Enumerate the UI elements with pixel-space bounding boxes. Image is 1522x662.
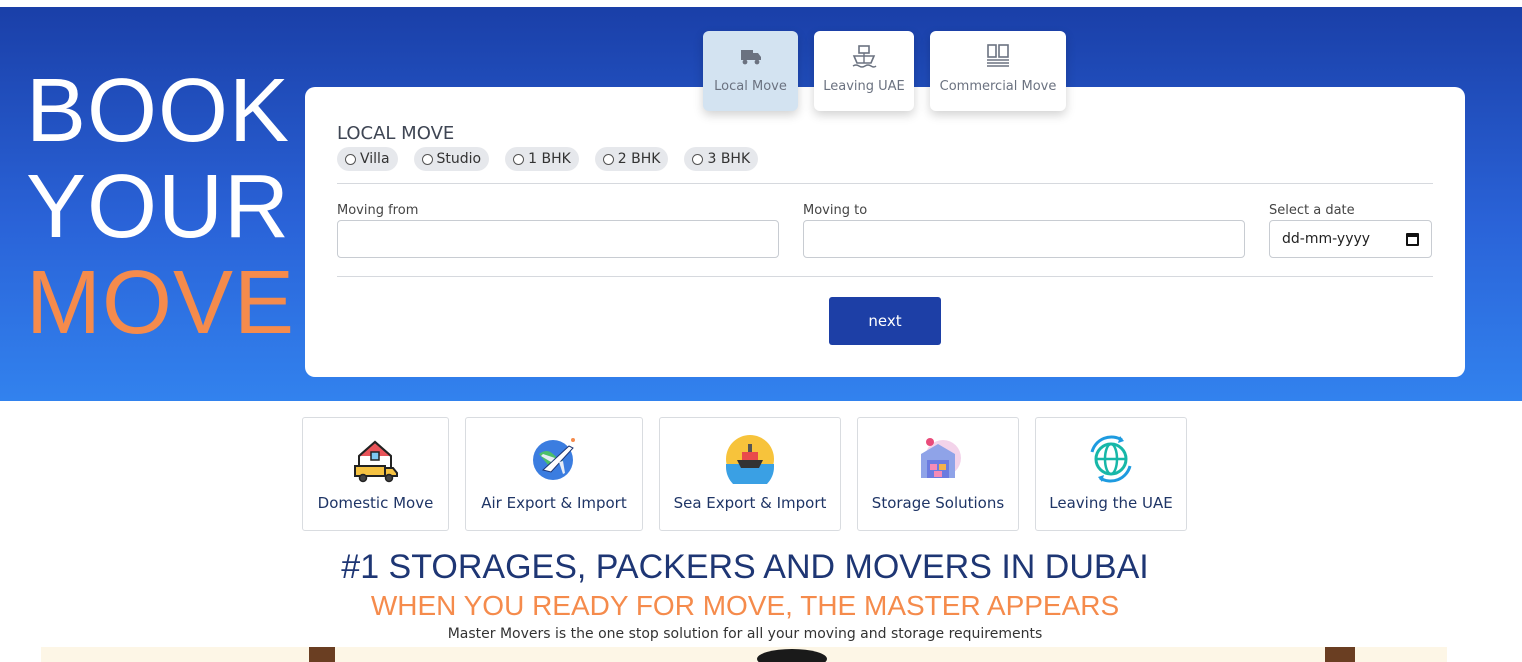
moving-from-input[interactable] — [337, 220, 779, 258]
hero-banner: BOOK YOUR MOVE LOCAL MOVE Villa Studio 1… — [0, 7, 1522, 401]
service-domestic-move[interactable]: Domestic Move — [302, 417, 449, 531]
radio-circle-icon — [602, 153, 614, 165]
radio-circle-icon — [345, 153, 356, 165]
hero-title-line-2: YOUR — [26, 157, 291, 257]
tab-leaving-uae[interactable]: Leaving UAE — [814, 31, 914, 111]
service-sea-export-import[interactable]: Sea Export & Import — [659, 417, 841, 531]
divider — [337, 276, 1433, 277]
tab-local-move[interactable]: Local Move — [703, 31, 798, 111]
moving-to-label: Moving to — [803, 203, 868, 218]
hero-title-line-1: BOOK — [26, 61, 291, 161]
moving-to-input[interactable] — [803, 220, 1245, 258]
date-placeholder: dd-mm-yyyy — [1282, 231, 1371, 247]
description-text: Master Movers is the one stop solution f… — [447, 626, 1043, 642]
tab-label: Commercial Move — [939, 79, 1057, 94]
house-truck-icon — [353, 440, 398, 483]
airplane-globe-icon — [533, 438, 575, 480]
moving-from-label: Moving from — [337, 203, 419, 218]
service-leaving-the-uae[interactable]: Leaving the UAE — [1035, 417, 1187, 531]
image-detail — [757, 649, 827, 662]
service-label: Air Export & Import — [481, 494, 627, 512]
radio-circle-icon — [421, 153, 433, 165]
radio-label: 2 BHK — [617, 151, 661, 167]
building-icon — [987, 44, 1009, 67]
divider — [337, 183, 1433, 184]
property-type-radio-group: Villa Studio 1 BHK 2 BHK 3 BHK — [337, 147, 759, 171]
booking-form-card: LOCAL MOVE Villa Studio 1 BHK 2 BHK 3 BH… — [305, 87, 1465, 377]
radio-label: 1 BHK — [528, 151, 571, 167]
radio-label: 3 BHK — [707, 151, 751, 167]
tab-label: Local Move — [714, 79, 787, 94]
form-section-title: LOCAL MOVE — [337, 123, 455, 144]
service-label: Leaving the UAE — [1049, 494, 1173, 512]
date-input[interactable]: dd-mm-yyyy — [1269, 220, 1432, 258]
service-label: Domestic Move — [317, 494, 434, 512]
service-label: Storage Solutions — [871, 494, 1005, 512]
warehouse-icon — [921, 438, 961, 478]
radio-2-bhk[interactable]: 2 BHK — [594, 147, 669, 171]
radio-1-bhk[interactable]: 1 BHK — [505, 147, 579, 171]
radio-villa[interactable]: Villa — [337, 147, 398, 171]
cargo-ship-icon — [726, 435, 774, 484]
image-detail — [1325, 647, 1355, 662]
ship-icon — [852, 45, 877, 68]
service-cards: Domestic Move Air Export & Import Sea Ex… — [0, 417, 1522, 531]
hero-image-strip — [41, 647, 1447, 662]
sub-headline: WHEN YOU READY FOR MOVE, THE MASTER APPE… — [370, 590, 1120, 621]
radio-label: Villa — [360, 151, 390, 167]
service-air-export-import[interactable]: Air Export & Import — [465, 417, 643, 531]
next-button[interactable]: next — [829, 297, 941, 345]
radio-circle-icon — [692, 153, 704, 165]
radio-studio[interactable]: Studio — [413, 147, 490, 171]
service-storage-solutions[interactable]: Storage Solutions — [857, 417, 1019, 531]
hero-title-line-3: MOVE — [26, 253, 296, 353]
radio-label: Studio — [436, 151, 482, 167]
truck-icon — [740, 50, 761, 65]
main-headline: #1 STORAGES, PACKERS AND MOVERS IN DUBAI — [341, 548, 1149, 586]
tab-label: Leaving UAE — [823, 79, 905, 94]
calendar-icon[interactable] — [1406, 232, 1419, 246]
hero-title: BOOK YOUR MOVE — [26, 63, 295, 351]
radio-circle-icon — [513, 153, 525, 165]
globe-arrows-icon — [1090, 435, 1132, 483]
image-detail — [309, 647, 335, 662]
radio-3-bhk[interactable]: 3 BHK — [684, 147, 759, 171]
date-label: Select a date — [1269, 203, 1355, 218]
tab-commercial-move[interactable]: Commercial Move — [930, 31, 1066, 111]
service-label: Sea Export & Import — [673, 494, 827, 512]
